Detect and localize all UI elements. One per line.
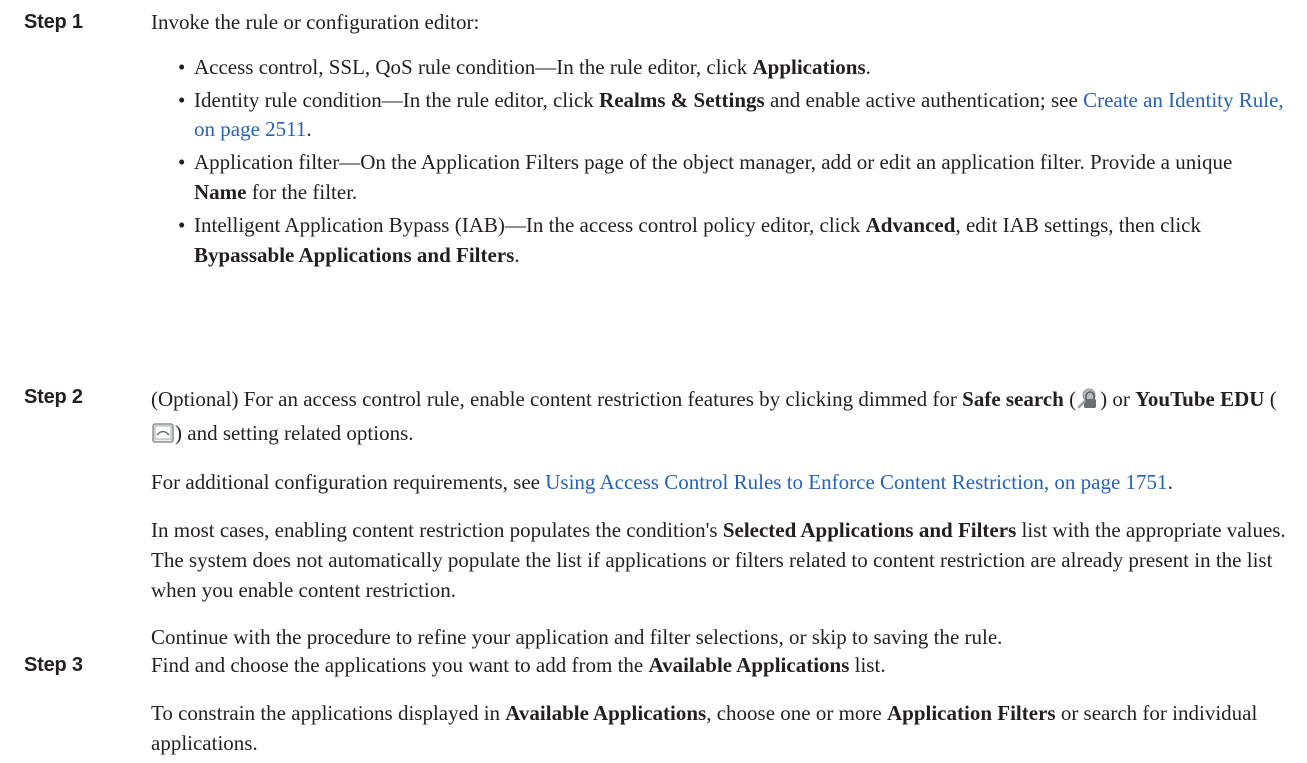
text-run: ) or [1100,387,1136,411]
text-run: (Optional) For an access control rule, e… [151,387,963,411]
step-1-intro: Invoke the rule or configuration editor: [151,10,480,34]
bullet-text: Application filter—On the Application Fi… [194,150,1233,175]
youtube-edu-label: YouTube EDU [1135,387,1265,411]
step-2-paragraph-1: (Optional) For an access control rule, e… [151,383,1287,450]
content-restriction-link[interactable]: Using Access Control Rules to Enforce Co… [545,470,1167,494]
text-run: , choose one or more [706,700,887,725]
bullet-text: . [514,242,520,267]
bullet-bold: Bypassable Applications and Filters [194,242,515,267]
step-2-label: Step 2 [24,386,83,408]
step-3-paragraph-1: Find and choose the applications you wan… [151,651,1287,681]
bullet-text: Access control, SSL, QoS rule condition—… [194,54,753,79]
step-1-body: Invoke the rule or configuration editor:… [151,8,1287,271]
step-1: Step 1 Invoke the rule or configuration … [0,8,1287,274]
bullet-bold: Realms & Settings [599,87,765,112]
bullet-bold: Advanced [865,212,956,237]
list-item: Intelligent Application Bypass (IAB)—In … [178,211,1287,271]
bullet-text: for the filter. [246,180,358,205]
step-2-paragraph-4: Continue with the procedure to refine yo… [151,625,1003,650]
bullet-text: Intelligent Application Bypass (IAB)—In … [194,212,866,237]
list-item: Identity rule condition—In the rule edit… [178,86,1287,146]
bullet-bold: Name [194,180,247,205]
bold-run: Selected Applications and Filters [722,518,1017,542]
bullet-text: , edit IAB settings, then click [955,212,1201,237]
text-run: ) and setting related options. [175,420,414,445]
bold-run: Application Filters [886,700,1056,725]
document-page: Step 1 Invoke the rule or configuration … [0,0,1307,763]
step-2-paragraph-2: For additional configuration requirement… [151,468,1287,498]
text-run: ( [1063,387,1077,411]
step-3-paragraph-2: To constrain the applications displayed … [151,699,1287,759]
bullet-text: and enable active authentication; see [764,87,1084,112]
bold-run: Available Applications [505,700,707,725]
safe-search-icon[interactable] [1076,388,1100,410]
text-run: list. [849,653,886,677]
text-run: . [1167,470,1173,495]
step-1-bullet-list: Access control, SSL, QoS rule condition—… [151,53,1287,271]
bullet-text: . [865,54,871,79]
text-run: To constrain the applications displayed … [151,700,506,725]
step-3-body: Find and choose the applications you wan… [151,651,1287,758]
safe-search-label: Safe search [962,387,1064,411]
step-1-label: Step 1 [24,11,83,33]
youtube-edu-icon[interactable] [151,422,175,444]
list-item: Application filter—On the Application Fi… [178,148,1287,208]
step-3: Step 3 Find and choose the applications … [0,651,1287,758]
bullet-text: . [306,117,312,142]
step-2-body: (Optional) For an access control rule, e… [151,383,1287,653]
bullet-text: Identity rule condition—In the rule edit… [194,87,600,112]
text-run: Find and choose the applications you wan… [151,653,649,677]
step-2-paragraph-3: In most cases, enabling content restrict… [151,516,1287,605]
bullet-bold: Applications [752,54,866,79]
step-3-label: Step 3 [24,654,83,676]
list-item: Access control, SSL, QoS rule condition—… [178,53,1287,83]
step-2: Step 2 (Optional) For an access control … [0,383,1287,653]
text-run: For additional configuration requirement… [151,470,546,495]
text-run: In most cases, enabling content restrict… [151,518,723,542]
bold-run: Available Applications [648,653,850,677]
text-run: ( [1264,387,1277,411]
